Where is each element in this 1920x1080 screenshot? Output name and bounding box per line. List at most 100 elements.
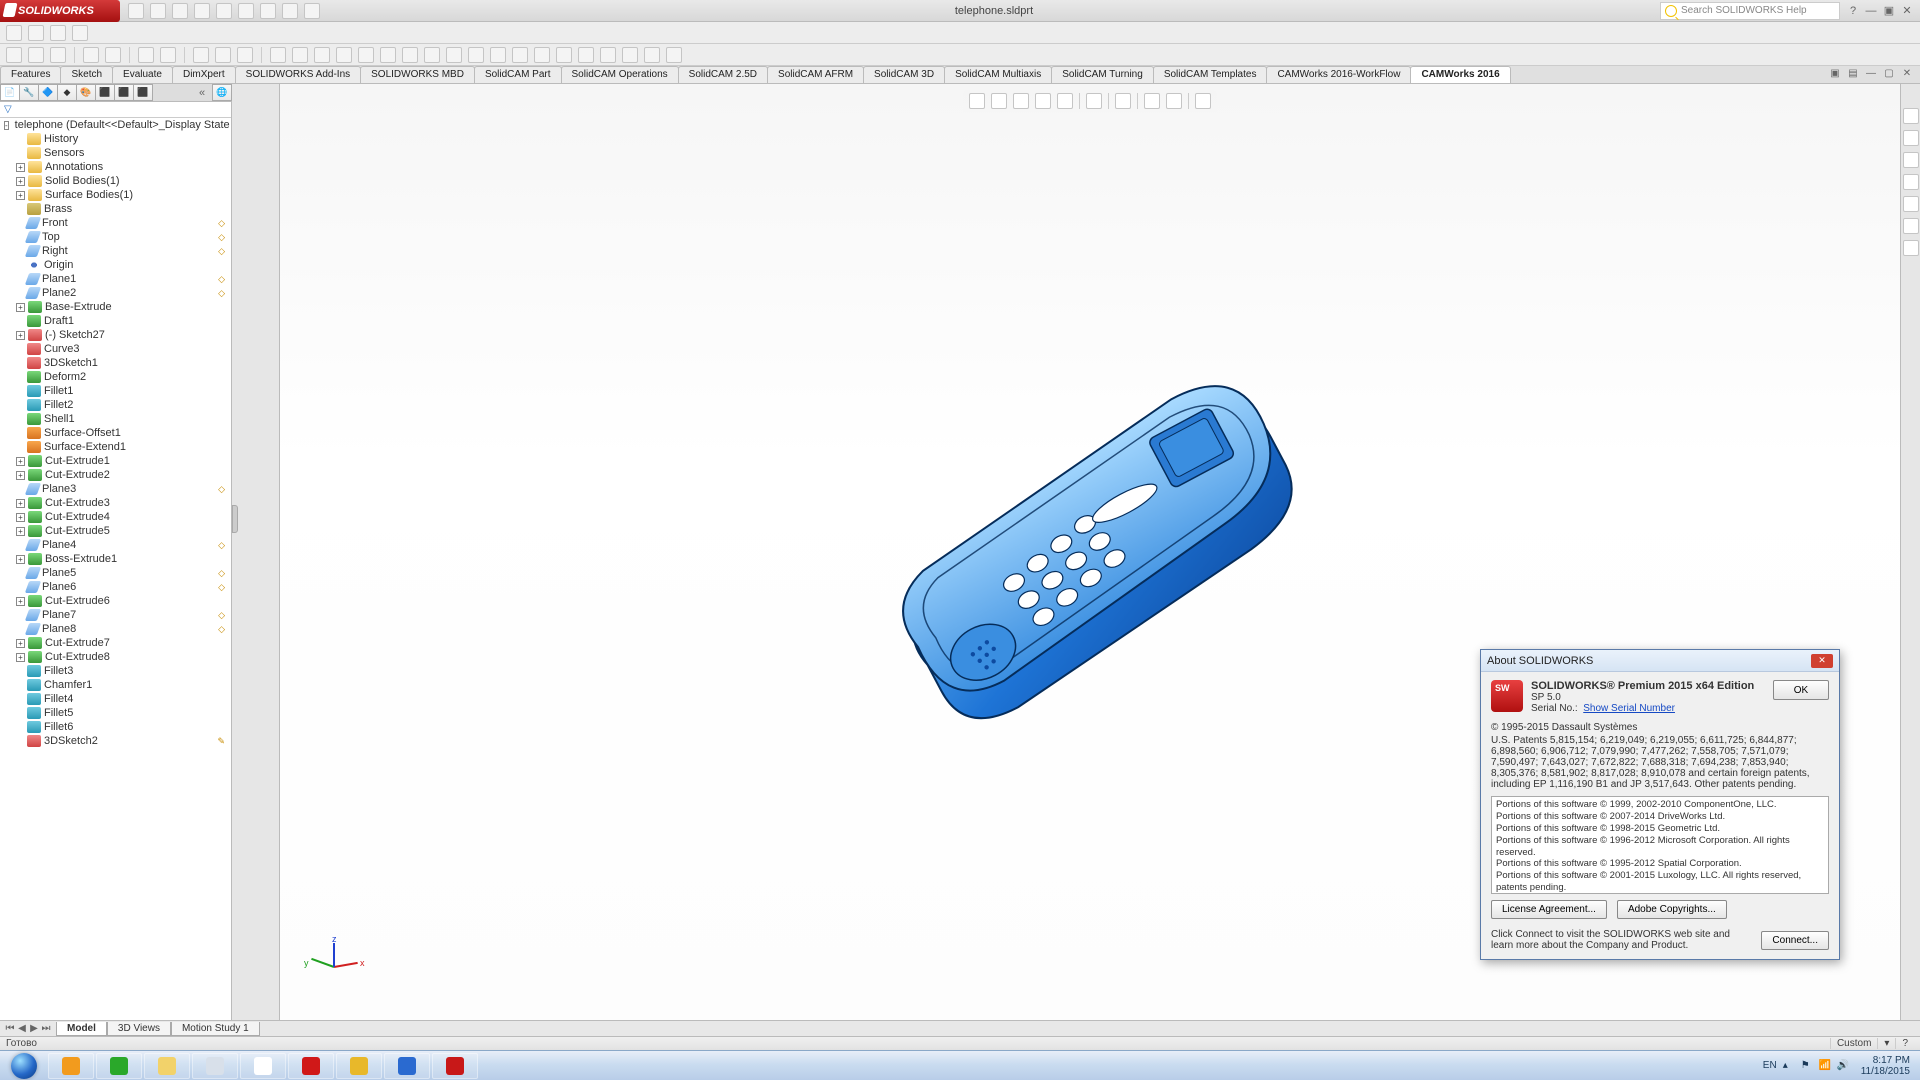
screen-capture-icon[interactable] — [304, 3, 320, 19]
tray-network-icon[interactable]: 📶 — [1819, 1060, 1831, 1072]
display-style-icon[interactable] — [138, 47, 154, 63]
tree-item[interactable]: -telephone (Default<<Default>_Display St… — [0, 118, 231, 132]
tree-item[interactable]: Plane6◇ — [0, 580, 231, 594]
taskbar-explorer[interactable] — [144, 1053, 190, 1079]
hud-orientation-icon[interactable] — [1057, 93, 1073, 109]
tray-flag-icon[interactable]: ⚑ — [1801, 1060, 1813, 1072]
tree-item[interactable]: Plane7◇ — [0, 608, 231, 622]
edit-app-icon[interactable] — [193, 47, 209, 63]
tb-icon-12[interactable] — [512, 47, 528, 63]
dialog-close-icon[interactable]: ✕ — [1811, 654, 1833, 668]
tb-icon-11[interactable] — [490, 47, 506, 63]
tree-item[interactable]: Fillet6 — [0, 720, 231, 734]
tree-item[interactable]: +Cut-Extrude1 — [0, 454, 231, 468]
rebuild-icon[interactable] — [260, 3, 276, 19]
tree-item[interactable]: Fillet3 — [0, 664, 231, 678]
taskbar-solidworks[interactable] — [432, 1053, 478, 1079]
tb-icon-17[interactable] — [622, 47, 638, 63]
tree-item[interactable]: Fillet1 — [0, 384, 231, 398]
tree-item[interactable]: Deform2 — [0, 370, 231, 384]
taskpane-appearances-icon[interactable] — [1903, 196, 1919, 212]
cascade-icon[interactable]: ▣ — [1828, 68, 1842, 82]
doctab-model[interactable]: Model — [56, 1022, 107, 1036]
cmdtab-sketch[interactable]: Sketch — [60, 66, 113, 83]
taskpane-custom-icon[interactable] — [1903, 218, 1919, 234]
hud-hide-show-icon[interactable] — [1115, 93, 1131, 109]
tree-item[interactable]: Plane2◇ — [0, 286, 231, 300]
ok-button[interactable]: OK — [1773, 680, 1829, 700]
connect-button[interactable]: Connect... — [1761, 931, 1829, 950]
taskpane-home-icon[interactable] — [1903, 108, 1919, 124]
tb-icon-14[interactable] — [556, 47, 572, 63]
tree-filter[interactable]: ▽ — [0, 102, 231, 118]
tree-item[interactable]: Plane3◇ — [0, 482, 231, 496]
taskbar-chrome[interactable] — [240, 1053, 286, 1079]
arrange-icon[interactable] — [6, 25, 22, 41]
lang-indicator[interactable]: EN — [1763, 1060, 1777, 1071]
cmdtab-solidcam-templates[interactable]: SolidCAM Templates — [1153, 66, 1268, 83]
taskpane-explorer-icon[interactable] — [1903, 152, 1919, 168]
tb-icon-3[interactable] — [314, 47, 330, 63]
tb-icon-16[interactable] — [600, 47, 616, 63]
tree-item[interactable]: Plane5◇ — [0, 566, 231, 580]
license-agreement-button[interactable]: License Agreement... — [1491, 900, 1607, 919]
feature-tree[interactable]: -telephone (Default<<Default>_Display St… — [0, 118, 231, 1020]
options-icon[interactable] — [282, 3, 298, 19]
tree-item[interactable]: +Cut-Extrude7 — [0, 636, 231, 650]
cmdtab-solidcam-turning[interactable]: SolidCAM Turning — [1051, 66, 1154, 83]
save-icon[interactable] — [172, 3, 188, 19]
restore-icon[interactable]: ▣ — [1882, 4, 1896, 18]
orientation-icon[interactable] — [105, 47, 121, 63]
tree-item[interactable]: Shell1 — [0, 412, 231, 426]
collapse-tree-icon[interactable]: « — [194, 84, 210, 101]
hud-section-icon[interactable] — [1035, 93, 1051, 109]
tb-icon-6[interactable] — [380, 47, 396, 63]
cam-tab-1[interactable]: ⬛ — [95, 84, 115, 101]
tree-item[interactable]: Surface-Extend1 — [0, 440, 231, 454]
cam-tab-2[interactable]: ⬛ — [114, 84, 134, 101]
cmdtab-solidcam-2-5d[interactable]: SolidCAM 2.5D — [678, 66, 768, 83]
taskbar-opera[interactable] — [288, 1053, 334, 1079]
start-button[interactable] — [0, 1051, 48, 1080]
hud-zoom-window-icon[interactable] — [991, 93, 1007, 109]
tree-item[interactable]: History — [0, 132, 231, 146]
tree-item[interactable]: +Cut-Extrude6 — [0, 594, 231, 608]
tab-next-icon[interactable]: ▶ — [28, 1023, 40, 1034]
cmdtab-solidcam-afrm[interactable]: SolidCAM AFRM — [767, 66, 864, 83]
license-textbox[interactable]: Portions of this software © 1999, 2002-2… — [1491, 796, 1829, 894]
tree-item[interactable]: Chamfer1 — [0, 678, 231, 692]
tree-item[interactable]: +Annotations — [0, 160, 231, 174]
tree-item[interactable]: Brass — [0, 202, 231, 216]
status-help-icon[interactable]: ? — [1895, 1038, 1914, 1049]
cmdtab-features[interactable]: Features — [0, 66, 61, 83]
tree-item[interactable]: Fillet5 — [0, 706, 231, 720]
doc-min-icon[interactable]: — — [1864, 68, 1878, 82]
taskbar-app-yellow[interactable] — [336, 1053, 382, 1079]
tree-item[interactable]: Sensors — [0, 146, 231, 160]
tab-last-icon[interactable]: ⏭ — [40, 1023, 52, 1034]
hud-display-style-icon[interactable] — [1086, 93, 1102, 109]
undo-icon[interactable] — [216, 3, 232, 19]
tree-item[interactable]: Top◇ — [0, 230, 231, 244]
section-icon[interactable] — [83, 47, 99, 63]
tile-icon[interactable]: ▤ — [1846, 68, 1860, 82]
hud-prev-view-icon[interactable] — [1013, 93, 1029, 109]
orientation-triad[interactable]: x y z — [304, 936, 364, 996]
tree-item[interactable]: +Cut-Extrude8 — [0, 650, 231, 664]
taskpane-forum-icon[interactable] — [1903, 240, 1919, 256]
search-input[interactable]: Search SOLIDWORKS Help — [1660, 2, 1840, 20]
tree-item[interactable]: +Cut-Extrude2 — [0, 468, 231, 482]
doctab-motion-study-1[interactable]: Motion Study 1 — [171, 1022, 260, 1036]
link-icon[interactable] — [28, 25, 44, 41]
zoom-fit-icon[interactable] — [6, 47, 22, 63]
tree-item[interactable]: Plane1◇ — [0, 272, 231, 286]
graphics-viewport[interactable]: x y z About SOLIDWORKS ✕ SOLIDWORKS® Pre… — [280, 84, 1900, 1020]
zoom-area-icon[interactable] — [28, 47, 44, 63]
tree-item[interactable]: Right◇ — [0, 244, 231, 258]
tree-item[interactable]: +Cut-Extrude3 — [0, 496, 231, 510]
measure-icon[interactable] — [50, 25, 66, 41]
select-icon[interactable] — [238, 3, 254, 19]
tree-item[interactable]: Fillet4 — [0, 692, 231, 706]
help-icon[interactable]: ? — [1846, 4, 1860, 18]
doc-max-icon[interactable]: ▢ — [1882, 68, 1896, 82]
